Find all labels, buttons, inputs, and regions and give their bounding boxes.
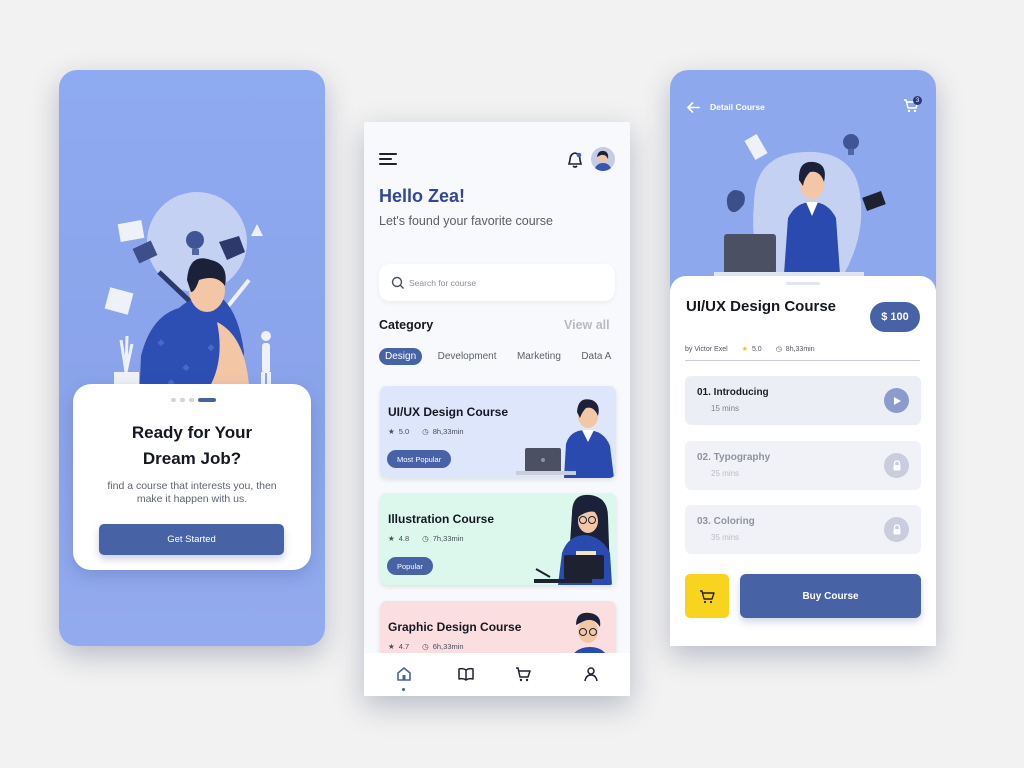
- star-icon: ★: [741, 346, 748, 353]
- course-rating: 5.0: [751, 345, 762, 353]
- lesson-title: 03. Coloring: [697, 516, 755, 527]
- course-rating: 4.8: [398, 534, 410, 543]
- category-tabs: Design Development Marketing Data A: [379, 348, 630, 368]
- detail-screen: Detail Course 3 UI/UX Design Course $ 10…: [670, 70, 936, 646]
- star-icon: ★: [388, 534, 395, 543]
- course-title: Graphic Design Course: [388, 620, 522, 634]
- course-meta: ★ 4.8 ◷ 7h,33min: [388, 534, 464, 543]
- search-bar[interactable]: [379, 264, 615, 301]
- greeting-subtitle: Let's found your favorite course: [379, 214, 554, 228]
- course-title: UI/UX Design Course: [686, 298, 837, 315]
- header-title: Detail Course: [710, 102, 765, 112]
- star-icon: ★: [388, 642, 395, 651]
- bottom-tab-bar: [364, 653, 630, 696]
- woman-laptop-illustration: [534, 494, 612, 585]
- category-tab-marketing[interactable]: Marketing: [512, 348, 566, 365]
- page-dot: [171, 398, 176, 402]
- sheet-handle[interactable]: [786, 282, 820, 285]
- category-tab-design[interactable]: Design: [379, 348, 423, 366]
- category-tab-development[interactable]: Development: [433, 348, 502, 365]
- page-dot: [189, 398, 194, 402]
- get-started-button[interactable]: Get Started: [99, 524, 284, 555]
- course-duration: 8h,33min: [785, 345, 815, 353]
- price-badge: $ 100: [870, 302, 920, 332]
- lesson-duration: 15 mins: [711, 404, 740, 413]
- page-dot-active: [198, 398, 216, 402]
- cart-icon: [700, 589, 715, 603]
- man-laptop-illustration: [714, 133, 886, 278]
- page-dot: [180, 398, 185, 402]
- man-laptop-illustration: [516, 399, 614, 478]
- play-icon: [893, 396, 901, 405]
- course-duration: 6h,33min: [432, 642, 464, 651]
- locked-button: [884, 453, 909, 478]
- course-author: by Victor Exel: [685, 345, 728, 353]
- clock-icon: ◷: [422, 534, 429, 543]
- course-badge: Popular: [387, 557, 433, 575]
- category-title: Category: [379, 318, 434, 332]
- lock-icon: [893, 460, 900, 471]
- course-title: UI/UX Design Course: [388, 405, 509, 419]
- lesson-duration: 25 mins: [711, 469, 740, 478]
- home-icon[interactable]: [396, 666, 412, 682]
- course-badge: Most Popular: [387, 450, 452, 468]
- view-all-link[interactable]: View all: [564, 318, 610, 332]
- lesson-duration: 35 mins: [711, 533, 740, 542]
- add-to-cart-button[interactable]: [685, 574, 729, 618]
- buy-course-button[interactable]: Buy Course: [740, 574, 921, 618]
- lesson-item[interactable]: 02. Typography 25 mins: [685, 441, 921, 490]
- page-indicator: [171, 398, 216, 402]
- onboarding-title: Ready for Your Dream Job?: [131, 423, 253, 468]
- course-meta: by Victor Exel ★ 5.0 ◷ 8h,33min: [685, 345, 815, 354]
- user-icon[interactable]: [583, 666, 599, 682]
- onboarding-screen: Ready for Your Dream Job? find a course …: [59, 70, 325, 646]
- course-rating: 4.7: [398, 642, 410, 651]
- course-detail-sheet: UI/UX Design Course $ 100 by Victor Exel…: [670, 276, 936, 646]
- detail-header: Detail Course 3: [670, 70, 936, 290]
- clock-icon: ◷: [422, 427, 429, 436]
- lesson-item[interactable]: 01. Introducing 15 mins: [685, 376, 921, 425]
- back-arrow-icon[interactable]: [687, 102, 700, 113]
- play-button[interactable]: [884, 388, 909, 413]
- clock-icon: ◷: [422, 642, 429, 651]
- course-meta: ★ 4.7 ◷ 6h,33min: [388, 642, 464, 651]
- star-icon: ★: [388, 427, 395, 436]
- cart-icon[interactable]: [515, 666, 531, 682]
- lesson-title: 01. Introducing: [697, 387, 769, 398]
- clock-icon: ◷: [775, 346, 782, 353]
- avatar[interactable]: [591, 147, 615, 171]
- course-duration: 8h,33min: [432, 427, 464, 436]
- menu-icon[interactable]: [379, 153, 399, 166]
- greeting-title: Hello Zea!: [379, 186, 466, 206]
- book-icon[interactable]: [458, 666, 474, 682]
- lesson-title: 02. Typography: [697, 452, 771, 463]
- cart-count-badge: 3: [913, 96, 922, 105]
- course-rating: 5.0: [398, 427, 410, 436]
- divider: [685, 360, 920, 361]
- locked-button: [884, 517, 909, 542]
- course-card-uiux[interactable]: UI/UX Design Course ★ 5.0 ◷ 8h,33min Mos…: [380, 386, 616, 478]
- active-tab-indicator: [402, 688, 405, 691]
- course-duration: 7h,33min: [432, 534, 464, 543]
- course-title: Illustration Course: [388, 512, 495, 526]
- onboarding-card: Ready for Your Dream Job? find a course …: [73, 384, 311, 570]
- lesson-item[interactable]: 03. Coloring 35 mins: [685, 505, 921, 554]
- course-card-illustration[interactable]: Illustration Course ★ 4.8 ◷ 7h,33min Pop…: [380, 493, 616, 585]
- notification-bell-icon[interactable]: [567, 151, 583, 169]
- lock-icon: [893, 524, 900, 535]
- person-thinking-illustration: [99, 192, 289, 410]
- search-icon: [391, 276, 404, 289]
- search-input[interactable]: [409, 274, 599, 292]
- category-tab-data[interactable]: Data A: [576, 348, 616, 365]
- home-screen: Hello Zea! Let's found your favorite cou…: [364, 122, 630, 696]
- course-meta: ★ 5.0 ◷ 8h,33min: [388, 427, 464, 436]
- onboarding-description: find a course that interests you, then m…: [107, 480, 277, 505]
